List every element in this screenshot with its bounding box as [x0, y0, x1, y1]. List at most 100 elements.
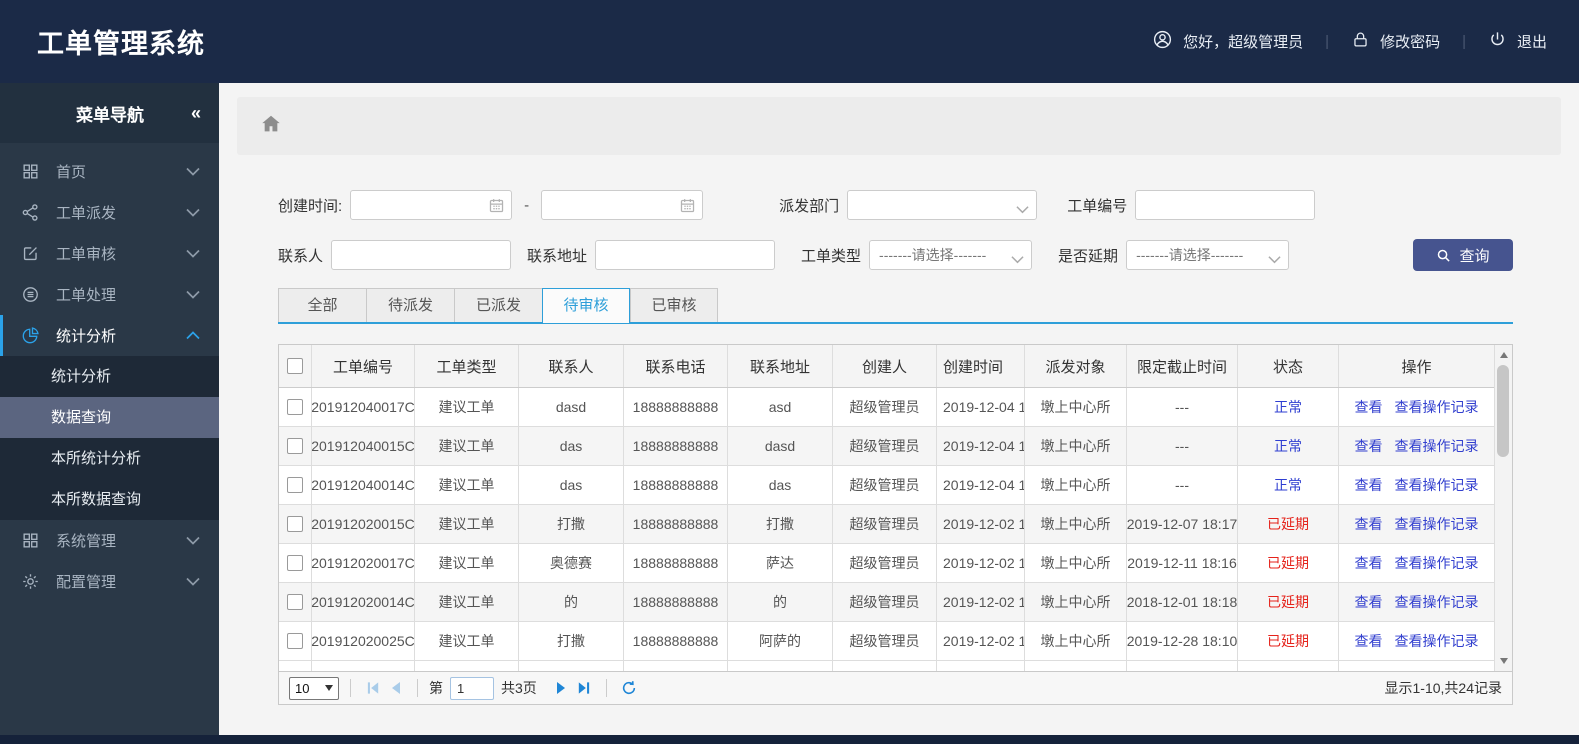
row-checkbox[interactable]: [287, 438, 303, 454]
tab-全部[interactable]: 全部: [278, 288, 366, 324]
page-number-input[interactable]: [450, 676, 494, 700]
scrollbar-thumb[interactable]: [1497, 365, 1509, 457]
cell-dispatch_target: 墩上中心所: [1025, 583, 1127, 621]
view-link[interactable]: 查看: [1355, 475, 1383, 495]
cell-actions: 查看 查看操作记录: [1339, 466, 1494, 504]
view-log-link[interactable]: 查看操作记录: [1395, 436, 1479, 456]
next-page-button[interactable]: [551, 677, 573, 699]
order-type-select[interactable]: -------请选择-------: [869, 240, 1033, 270]
page-size-select[interactable]: 10: [289, 676, 339, 700]
order-no-input[interactable]: [1135, 190, 1316, 220]
sidebar-item-配置管理[interactable]: 配置管理: [0, 561, 219, 602]
cell-create_time: 2019-12-04 15: [937, 466, 1025, 504]
header-separator: |: [1325, 33, 1330, 50]
scroll-up-icon[interactable]: [1495, 348, 1512, 362]
view-link[interactable]: 查看: [1355, 397, 1383, 417]
sidebar-item-工单派发[interactable]: 工单派发: [0, 192, 219, 233]
cell-empty: [624, 661, 728, 671]
table-scrollbar[interactable]: [1494, 345, 1512, 671]
cell-empty: [937, 661, 1025, 671]
sidebar-subitem-统计分析[interactable]: 统计分析: [0, 356, 219, 397]
row-checkbox[interactable]: [287, 555, 303, 571]
cell-creator: 超级管理员: [833, 388, 937, 426]
view-log-link[interactable]: 查看操作记录: [1395, 553, 1479, 573]
tab-已派发[interactable]: 已派发: [454, 288, 542, 324]
status-badge: 已延期: [1238, 544, 1339, 582]
select-all-checkbox[interactable]: [287, 358, 303, 374]
cell-creator: 超级管理员: [833, 466, 937, 504]
sidebar-item-label: 系统管理: [56, 533, 117, 550]
sidebar-item-工单处理[interactable]: 工单处理: [0, 274, 219, 315]
view-log-link[interactable]: 查看操作记录: [1395, 397, 1479, 417]
cell-deadline: 2019-12-07 18:17: [1127, 505, 1238, 543]
prev-page-button[interactable]: [384, 677, 406, 699]
address-input[interactable]: [595, 240, 776, 270]
home-icon[interactable]: [260, 113, 282, 140]
delay-select-wrap: -------请选择-------: [1126, 240, 1290, 270]
dispatch-dept-select-wrap: [847, 190, 1038, 220]
pagination-divider: [350, 679, 351, 697]
view-link[interactable]: 查看: [1355, 436, 1383, 456]
cell-phone: 18888888888: [624, 544, 728, 582]
sidebar-item-工单审核[interactable]: 工单审核: [0, 233, 219, 274]
contact-input[interactable]: [331, 240, 512, 270]
cell-actions: 查看 查看操作记录: [1339, 583, 1494, 621]
change-password-button[interactable]: 修改密码: [1351, 30, 1440, 53]
scroll-down-icon[interactable]: [1495, 654, 1512, 668]
row-checkbox[interactable]: [287, 633, 303, 649]
search-button[interactable]: 查询: [1413, 239, 1513, 271]
chevron-down-icon: [325, 685, 333, 691]
view-log-link[interactable]: 查看操作记录: [1395, 475, 1479, 495]
view-log-link[interactable]: 查看操作记录: [1395, 514, 1479, 534]
calendar-icon[interactable]: [488, 197, 505, 218]
sidebar-subitem-本所数据查询[interactable]: 本所数据查询: [0, 479, 219, 520]
cell-creator: 超级管理员: [833, 427, 937, 465]
row-checkbox[interactable]: [287, 399, 303, 415]
view-log-link[interactable]: 查看操作记录: [1395, 592, 1479, 612]
table-row: 201912040014C 建议工单 das 18888888888 das 超级管理员 2…: [279, 466, 1494, 505]
row-checkbox[interactable]: [287, 516, 303, 532]
cell-dispatch_target: 墩上中心所: [1025, 622, 1127, 660]
tab-待审核[interactable]: 待审核: [542, 288, 630, 324]
chevron-down-icon: [1011, 251, 1024, 268]
order-type-select-wrap: -------请选择-------: [869, 240, 1033, 270]
cell-deadline: 2019-12-28 18:10: [1127, 622, 1238, 660]
view-link[interactable]: 查看: [1355, 553, 1383, 573]
breadcrumb: [237, 97, 1561, 155]
logout-button[interactable]: 退出: [1488, 30, 1547, 53]
delay-select[interactable]: -------请选择-------: [1126, 240, 1290, 270]
user-greeting[interactable]: 您好，超级管理员: [1152, 29, 1303, 54]
row-checkbox[interactable]: [287, 477, 303, 493]
sidebar-collapse-icon[interactable]: «: [191, 103, 201, 124]
status-badge: 已延期: [1238, 505, 1339, 543]
sidebar-item-首页[interactable]: 首页: [0, 151, 219, 192]
dispatch-dept-select[interactable]: [847, 190, 1038, 220]
sidebar-item-系统管理[interactable]: 系统管理: [0, 520, 219, 561]
row-checkbox[interactable]: [287, 594, 303, 610]
sidebar-item-统计分析[interactable]: 统计分析: [0, 315, 219, 356]
refresh-button[interactable]: [618, 677, 640, 699]
cell-order_no: 201912020015C: [312, 505, 415, 543]
view-link[interactable]: 查看: [1355, 631, 1383, 651]
sidebar: 菜单导航 « 首页 工单派发 工单审核 工单处理 统计分析 统计分析 数据查询 本所统计分析本…: [0, 83, 219, 735]
sidebar-subitem-数据查询[interactable]: 数据查询: [0, 397, 219, 438]
cell-create_time: 2019-12-04 15: [937, 388, 1025, 426]
last-page-button[interactable]: [573, 677, 595, 699]
process-icon: [21, 285, 41, 305]
tab-待派发[interactable]: 待派发: [366, 288, 454, 324]
view-link[interactable]: 查看: [1355, 592, 1383, 612]
column-header: 操作: [1401, 358, 1432, 376]
tab-已审核[interactable]: 已审核: [630, 288, 718, 324]
table-header-row: 工单编号 工单类型 联系人 联系电话 联系地址 创建人 创建时间 派发对象 限定截止时间 状态 操作: [279, 345, 1494, 388]
calendar-icon[interactable]: [679, 197, 696, 218]
cell-deadline: 2019-12-11 18:16: [1127, 544, 1238, 582]
view-log-link[interactable]: 查看操作记录: [1395, 631, 1479, 651]
view-link[interactable]: 查看: [1355, 514, 1383, 534]
table-row: 201912020025C 建议工单 打撒 18888888888 阿萨的 超级管理员 20…: [279, 622, 1494, 661]
sidebar-subitem-本所统计分析[interactable]: 本所统计分析: [0, 438, 219, 479]
sidebar-header: 菜单导航 «: [0, 83, 219, 143]
cell-order_type: 建议工单: [415, 622, 519, 660]
first-page-button[interactable]: [362, 677, 384, 699]
cell-create_time: 2019-12-02 17: [937, 622, 1025, 660]
cell-deadline: ---: [1127, 466, 1238, 504]
